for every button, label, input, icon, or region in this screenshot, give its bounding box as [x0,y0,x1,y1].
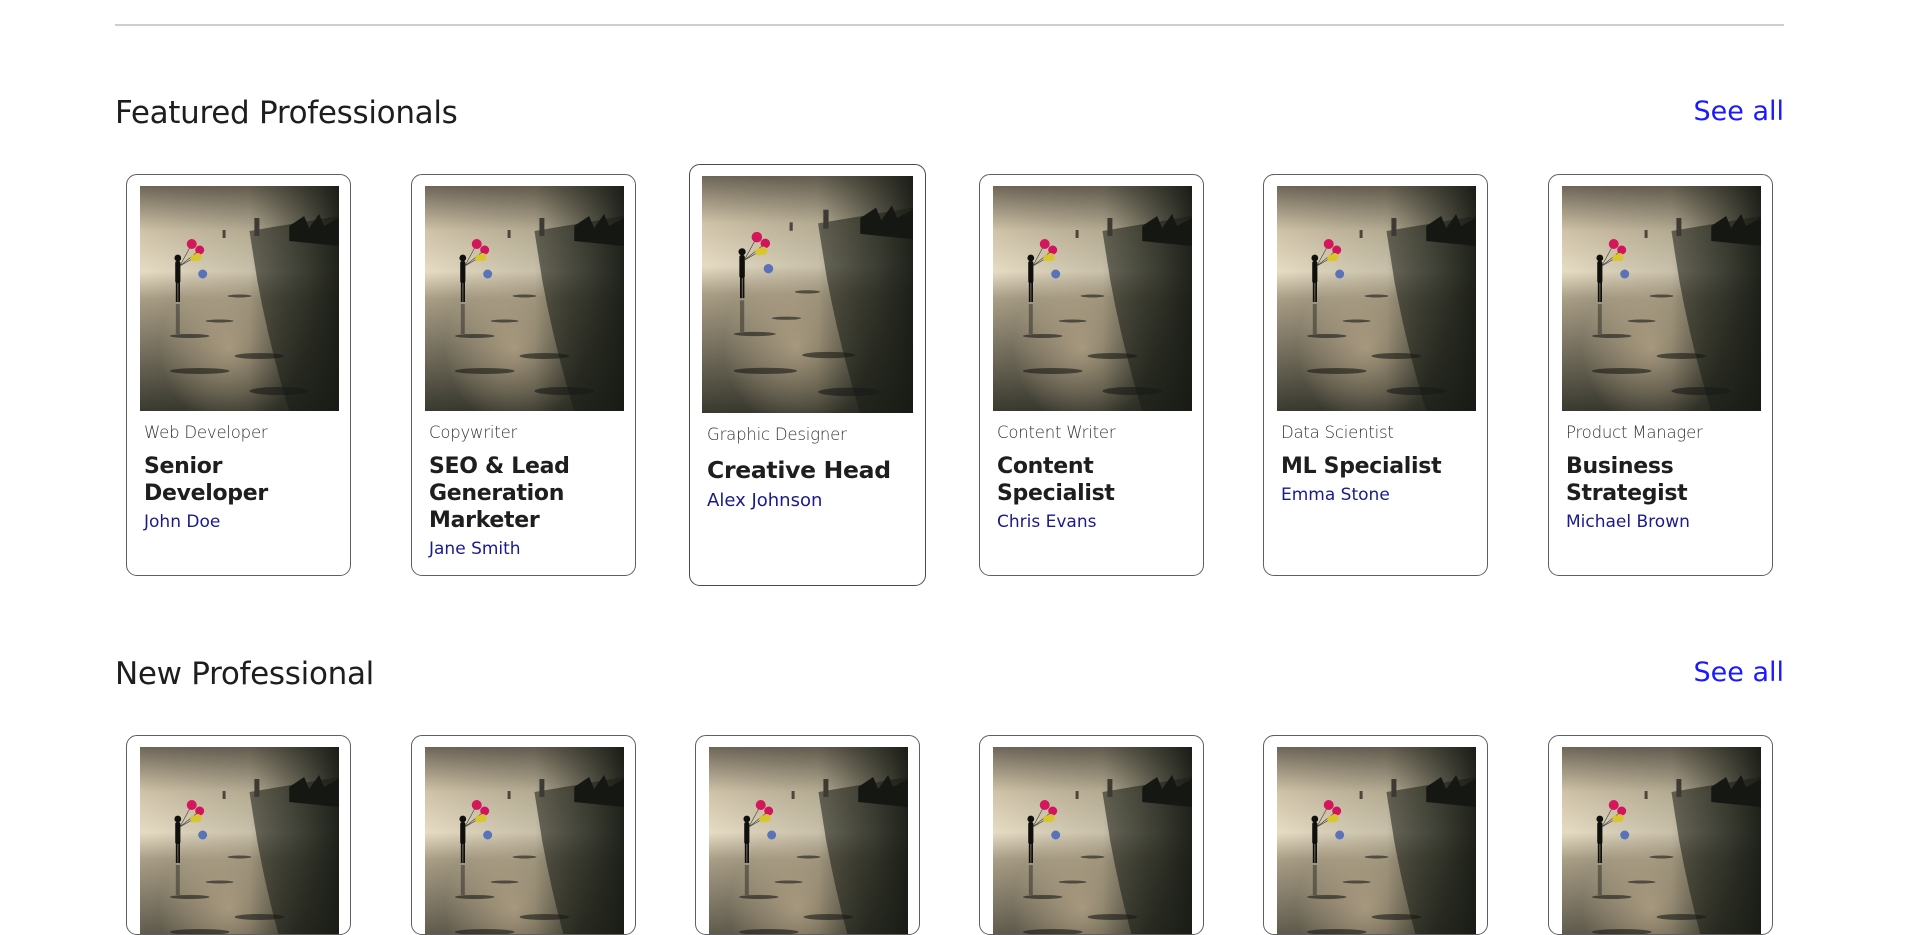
card-role: Product Manager [1566,423,1703,442]
card-role: Web Developer [144,423,268,442]
top-divider [115,24,1784,26]
card-role: Content Writer [997,423,1116,442]
profile-photo [993,186,1192,411]
professional-card[interactable]: Content Writer Content Specialist Chris … [979,174,1204,576]
card-title: SEO & Lead Generation Marketer [429,454,570,533]
profile-photo [1277,186,1476,411]
profile-photo [140,186,339,411]
card-role: Copywriter [429,423,518,442]
professional-card[interactable] [126,735,351,935]
profile-photo [1562,747,1761,934]
card-person-name[interactable]: John Doe [144,512,338,532]
professional-card[interactable] [1263,735,1488,935]
professional-card[interactable] [979,735,1204,935]
profile-photo [425,186,624,411]
professional-card[interactable]: Copywriter SEO & Lead Generation Markete… [411,174,636,576]
card-title: Content Specialist [997,454,1115,506]
card-role: Graphic Designer [707,425,847,444]
card-title: Creative Head [707,456,891,484]
new-section-title: New Professional [115,656,374,692]
card-person-name[interactable]: Michael Brown [1566,512,1760,532]
card-title: ML Specialist [1281,454,1442,479]
featured-section-title: Featured Professionals [115,95,458,131]
professional-card[interactable] [1548,735,1773,935]
card-person-name[interactable]: Chris Evans [997,512,1191,532]
card-person-name[interactable]: Jane Smith [429,539,623,559]
professional-card-hovered[interactable]: Graphic Designer Creative Head Alex John… [689,164,926,586]
professional-card[interactable]: Web Developer Senior Developer John Doe [126,174,351,576]
profile-photo [993,747,1192,934]
profile-photo [1562,186,1761,411]
professional-card[interactable] [411,735,636,935]
professional-card[interactable] [695,735,920,935]
professional-card[interactable]: Product Manager Business Strategist Mich… [1548,174,1773,576]
professional-card[interactable]: Data Scientist ML Specialist Emma Stone [1263,174,1488,576]
profile-photo [702,176,913,413]
card-title: Business Strategist [1566,454,1688,506]
profile-photo [1277,747,1476,934]
new-see-all-link[interactable]: See all [1694,657,1785,688]
profile-photo [140,747,339,934]
card-role: Data Scientist [1281,423,1394,442]
profile-photo [709,747,908,934]
card-person-name[interactable]: Alex Johnson [707,490,913,511]
card-title: Senior Developer [144,454,268,506]
featured-see-all-link[interactable]: See all [1694,96,1785,127]
card-person-name[interactable]: Emma Stone [1281,485,1475,505]
profile-photo [425,747,624,934]
